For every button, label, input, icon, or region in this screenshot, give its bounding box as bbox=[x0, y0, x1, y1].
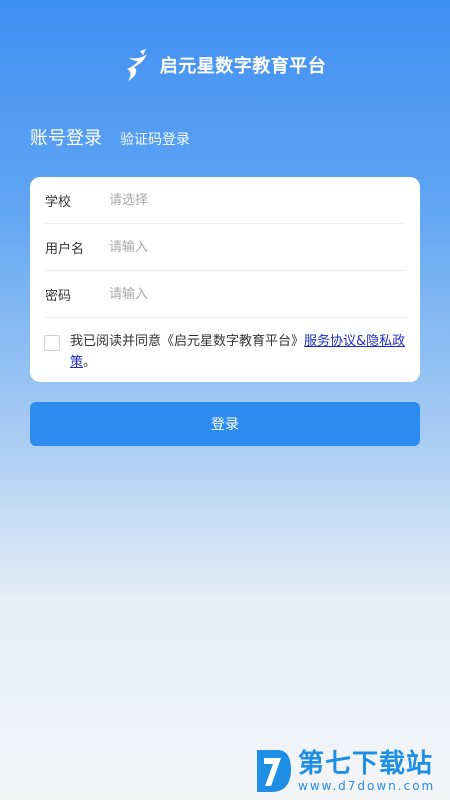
username-row: 用户名 bbox=[44, 224, 406, 271]
school-label: 学校 bbox=[45, 194, 72, 210]
agreement-checkbox[interactable] bbox=[44, 335, 60, 351]
password-label: 密码 bbox=[45, 288, 72, 304]
watermark: 第七下载站 www.d7down.com bbox=[254, 748, 435, 794]
d7-logo-icon bbox=[257, 750, 291, 792]
agreement-period: 。 bbox=[83, 355, 97, 370]
school-select[interactable] bbox=[109, 192, 406, 208]
password-row: 密码 bbox=[44, 271, 406, 318]
password-input[interactable] bbox=[109, 286, 406, 302]
brand-header: 启元星数字教育平台 bbox=[0, 48, 450, 82]
tab-account-login[interactable]: 账号登录 bbox=[30, 124, 102, 150]
agreement-text: 我已阅读并同意《启元星数字教育平台》 bbox=[70, 334, 305, 349]
agreement-row: 我已阅读并同意《启元星数字教育平台》服务协议&隐私政策。 bbox=[44, 318, 406, 373]
app-title: 启元星数字教育平台 bbox=[159, 56, 327, 77]
watermark-title: 第七下载站 bbox=[298, 749, 434, 779]
login-form-card: 学校 用户名 密码 我已阅读并同意《启元星数字教育平台》服务协议&隐私政策。 bbox=[30, 177, 420, 382]
agreement-text-block: 我已阅读并同意《启元星数字教育平台》服务协议&隐私政策。 bbox=[70, 331, 406, 373]
school-row[interactable]: 学校 bbox=[44, 177, 406, 224]
runner-star-logo bbox=[126, 49, 147, 81]
login-button[interactable]: 登录 bbox=[30, 402, 420, 446]
ampersand: & bbox=[356, 334, 367, 349]
username-label: 用户名 bbox=[45, 241, 85, 257]
tab-code-login[interactable]: 验证码登录 bbox=[120, 129, 190, 149]
service-agreement-link[interactable]: 服务协议 bbox=[304, 334, 356, 349]
username-input[interactable] bbox=[109, 239, 406, 255]
watermark-url: www.d7down.com bbox=[298, 779, 436, 793]
login-tabs: 账号登录 验证码登录 bbox=[30, 124, 190, 150]
